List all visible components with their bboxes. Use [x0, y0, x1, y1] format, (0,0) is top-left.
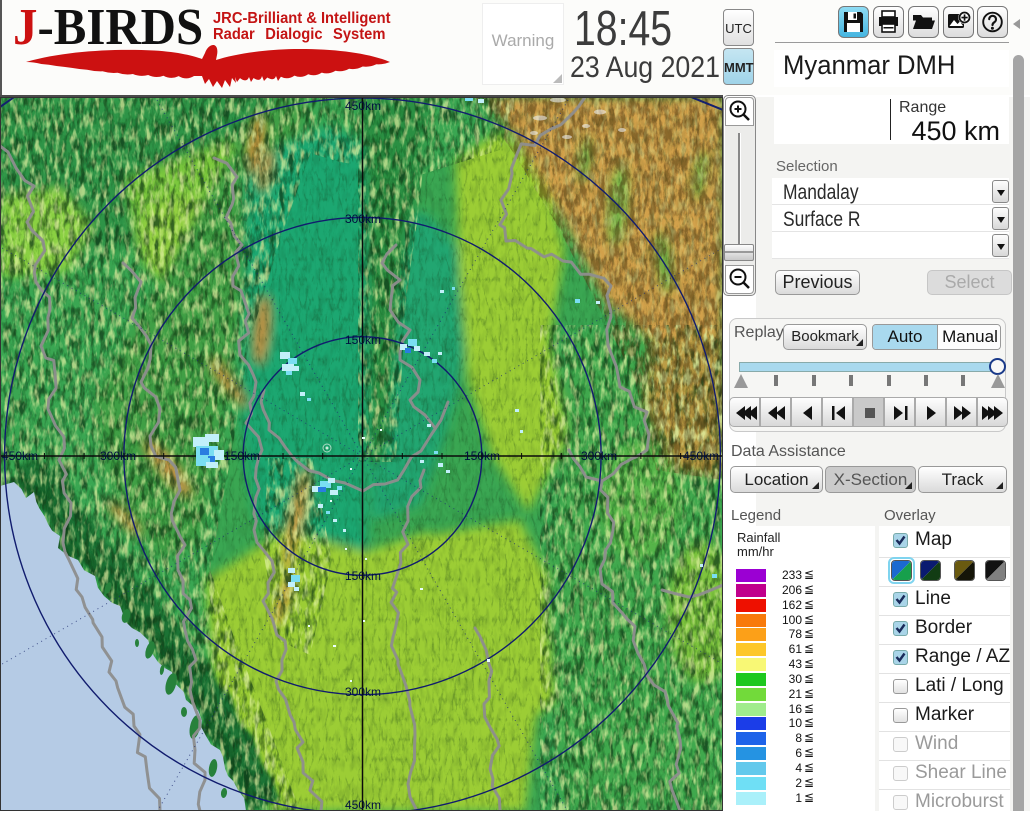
svg-text:300km: 300km: [100, 449, 136, 463]
svg-text:450km: 450km: [2, 449, 38, 463]
svg-text:450km: 450km: [345, 798, 381, 811]
svg-text:150km: 150km: [345, 569, 381, 583]
svg-text:300km: 300km: [581, 449, 617, 463]
svg-text:150km: 150km: [345, 333, 381, 347]
svg-text:150km: 150km: [224, 449, 260, 463]
svg-text:450km: 450km: [345, 99, 381, 113]
svg-text:150km: 150km: [464, 449, 500, 463]
svg-text:300km: 300km: [345, 212, 381, 226]
svg-text:450km: 450km: [683, 449, 719, 463]
svg-text:300km: 300km: [345, 685, 381, 699]
